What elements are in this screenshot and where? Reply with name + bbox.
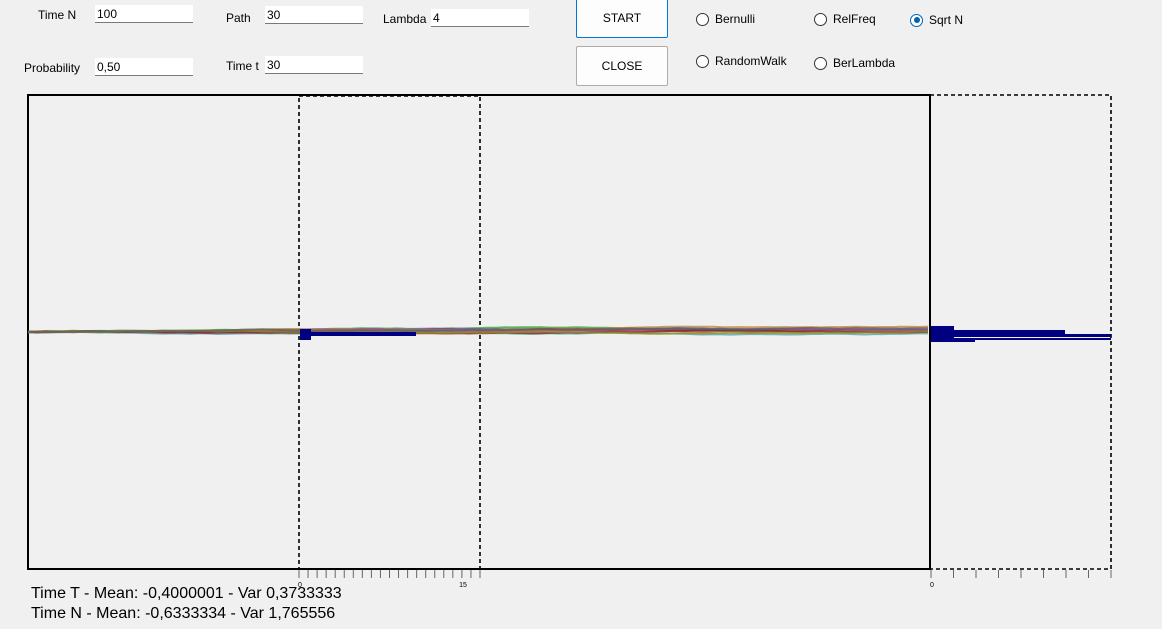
mid-axis-end-label: 15	[459, 582, 467, 589]
axis-ticks	[298, 570, 1112, 578]
simulation-plot: 0 15 0	[27, 94, 1112, 589]
random-paths	[27, 325, 929, 336]
right-axis-start-label: 0	[930, 582, 934, 589]
histogram-bar	[931, 338, 1111, 340]
time-t-stats: Time T - Mean: -0,4000001 - Var 0,373333…	[31, 585, 342, 602]
histogram-bar	[300, 332, 416, 336]
histogram-bar	[931, 330, 1065, 334]
histogram-bar	[931, 340, 975, 342]
time-n-stats: Time N - Mean: -0,6333334 - Var 1,765556	[31, 605, 336, 622]
histogram-bar	[931, 334, 1111, 337]
